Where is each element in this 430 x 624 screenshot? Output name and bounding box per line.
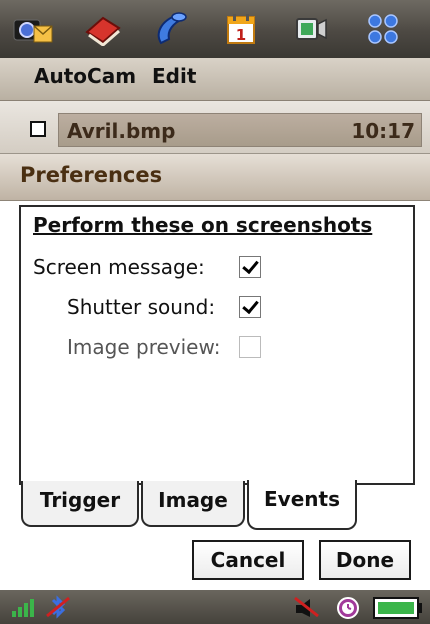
preferences-title-bar: Preferences xyxy=(0,154,430,201)
shutter-sound-checkbox[interactable] xyxy=(239,296,261,318)
tab-trigger-label: Trigger xyxy=(39,488,121,512)
status-bar xyxy=(0,590,430,624)
menu-edit[interactable]: Edit xyxy=(152,64,196,88)
tab-image-label: Image xyxy=(158,488,228,512)
battery-icon xyxy=(372,596,424,624)
tab-image[interactable]: Image xyxy=(141,481,245,527)
file-checkbox[interactable] xyxy=(30,121,46,137)
menu-grid-icon[interactable] xyxy=(362,8,404,50)
calendar-icon[interactable]: 1 xyxy=(220,8,262,50)
dialog-title: Preferences xyxy=(20,163,163,187)
tab-events[interactable]: Events xyxy=(247,480,357,530)
mute-icon xyxy=(292,595,322,623)
tab-trigger[interactable]: Trigger xyxy=(21,481,139,527)
file-row[interactable]: Avril.bmp 10:17 xyxy=(0,101,430,154)
bluetooth-off-icon xyxy=(44,594,72,624)
tab-events-label: Events xyxy=(264,487,340,511)
camera-message-icon[interactable] xyxy=(12,8,54,50)
signal-strength-icon xyxy=(10,595,40,623)
screen-message-label: Screen message: xyxy=(33,255,205,279)
menu-bar: AutoCam Edit xyxy=(0,58,430,101)
alarm-clock-icon xyxy=(336,596,360,624)
svg-text:1: 1 xyxy=(236,26,246,44)
shutter-sound-label: Shutter sound: xyxy=(67,295,216,319)
file-time: 10:17 xyxy=(351,119,415,143)
phone-icon[interactable] xyxy=(150,8,192,50)
menu-autocam[interactable]: AutoCam xyxy=(34,64,136,88)
image-preview-checkbox[interactable] xyxy=(239,336,261,358)
section-heading: Perform these on screenshots xyxy=(33,213,373,237)
screen-message-checkbox[interactable] xyxy=(239,256,261,278)
file-item[interactable]: Avril.bmp 10:17 xyxy=(58,113,422,147)
file-name: Avril.bmp xyxy=(67,119,176,143)
book-icon[interactable] xyxy=(82,8,124,50)
preferences-panel: Perform these on screenshots Screen mess… xyxy=(19,205,415,485)
done-button[interactable]: Done xyxy=(319,540,411,580)
cancel-button[interactable]: Cancel xyxy=(192,540,304,580)
app-launcher-bar: 1 xyxy=(0,0,430,58)
image-preview-label: Image preview: xyxy=(67,335,221,359)
media-player-icon[interactable] xyxy=(290,8,332,50)
